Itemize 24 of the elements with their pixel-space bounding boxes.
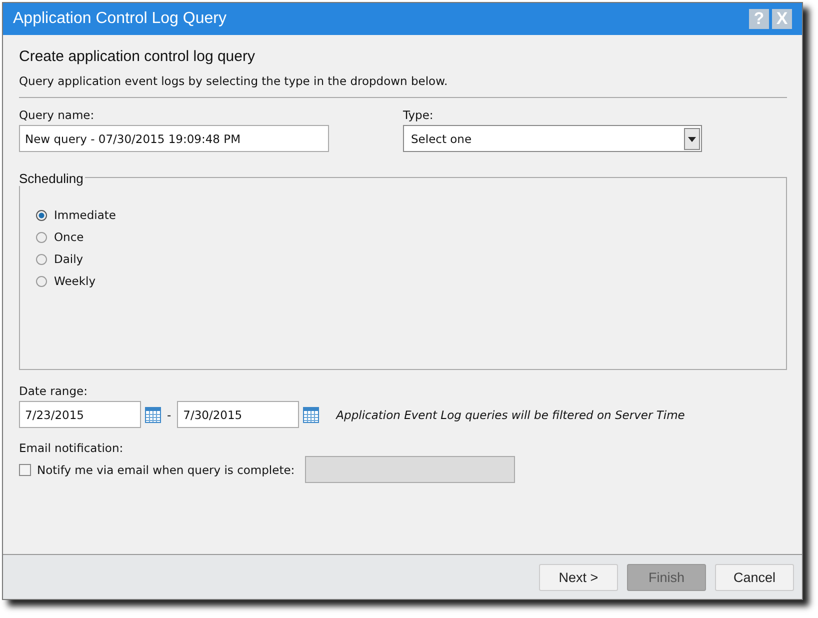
dialog-button[interactable]: Next > <box>539 564 618 590</box>
page-heading: Create application control log query <box>19 48 256 65</box>
query-name-field[interactable]: New query - 07/30/2015 19:09:48 PM <box>19 125 329 152</box>
field-label: Query name: <box>19 108 96 122</box>
calendar-icon[interactable] <box>145 406 161 422</box>
caret-icon <box>684 128 700 150</box>
radio-option[interactable]: Once <box>36 230 84 244</box>
start-date-field[interactable]: 7/23/2015 <box>19 401 141 428</box>
page-description: Query application event logs by selecting the type in the dropdown below. <box>19 74 449 88</box>
field-label: Date range: <box>19 384 88 398</box>
dialog-button[interactable]: Cancel <box>715 564 794 590</box>
radio-option[interactable]: Daily <box>36 252 84 266</box>
window-title: Application Control Log Query <box>13 10 226 28</box>
radio-option[interactable]: Immediate <box>36 208 116 222</box>
server-time-note: Application Event Log queries will be filtered on Server Time <box>336 408 685 422</box>
notify-checkbox[interactable]: Notify me via email when query is complete: <box>19 462 295 476</box>
end-date-field[interactable]: 7/30/2015 <box>177 401 300 428</box>
range-separator: - <box>167 408 172 422</box>
field-label: Email notification: <box>19 441 124 455</box>
field-label: Type: <box>403 108 434 122</box>
radio-option[interactable]: Weekly <box>36 274 96 288</box>
type-dropdown[interactable]: Select one <box>403 125 702 152</box>
group-legend: Scheduling <box>19 171 86 186</box>
calendar-icon[interactable] <box>303 406 320 422</box>
